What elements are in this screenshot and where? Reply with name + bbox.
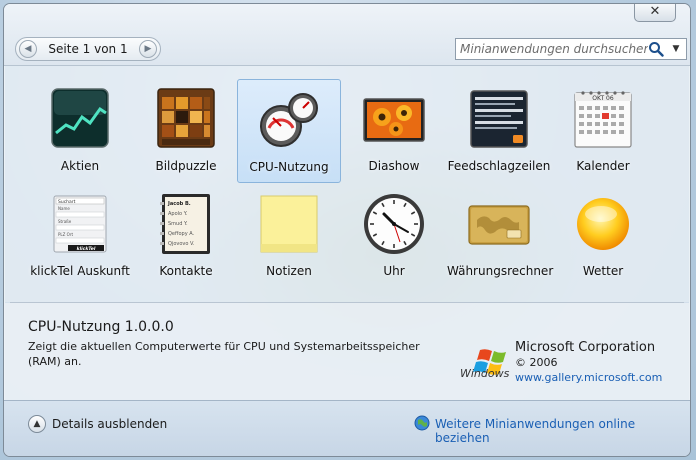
svg-text:Name: Name [58, 206, 70, 211]
gadget-tile-stocks[interactable]: Aktien [28, 79, 132, 183]
svg-text:Qeffopy A.: Qeffopy A. [168, 231, 195, 237]
svg-text:OKT 06: OKT 06 [592, 95, 614, 102]
gadget-gallery-window: ✕ ◀ Seite 1 von 1 ▶ ▼ Aktien [3, 3, 691, 457]
hide-details-label[interactable]: Details ausblenden [52, 417, 167, 431]
previous-page-button[interactable]: ◀ [19, 40, 37, 58]
svg-text:Straße: Straße [58, 219, 72, 224]
gadget-label: Uhr [383, 264, 405, 278]
currency-icon [468, 205, 530, 245]
gadget-label: CPU-Nutzung [249, 160, 329, 174]
gadget-tile-clock[interactable]: Uhr [342, 184, 446, 288]
weather-icon [577, 198, 629, 250]
gadget-label: Wetter [582, 264, 624, 278]
gadget-tile-klicktel[interactable]: Suchart Name Straße PLZ Ort klickTel kli… [28, 184, 132, 288]
gadget-label: Diashow [368, 159, 420, 173]
contacts-icon: Jacob B. Apolo Y. Smud Y. Qeffopy A. Qjo… [160, 194, 210, 254]
gadget-label: Währungsrechner [447, 264, 554, 278]
gadget-label: klickTel Auskunft [30, 264, 130, 278]
gadget-label: Bildpuzzle [155, 159, 217, 173]
svg-text:PLZ Ort: PLZ Ort [58, 232, 73, 237]
gadget-label: Kalender [576, 159, 630, 173]
svg-text:klickTel: klickTel [77, 246, 96, 252]
svg-text:Qjovovo V.: Qjovovo V. [168, 241, 195, 247]
gadget-tile-contacts[interactable]: Jacob B. Apolo Y. Smud Y. Qeffopy A. Qjo… [134, 184, 238, 288]
gadget-label: Aktien [60, 159, 100, 173]
notes-icon [260, 195, 318, 253]
klicktel-icon: Suchart Name Straße PLZ Ort klickTel [53, 195, 107, 253]
gallery-footer: ▲ Details ausblenden Weitere Minianwendu… [4, 400, 690, 456]
gadget-tile-calendar[interactable]: OKT 06 Kalender [551, 79, 655, 183]
next-page-button[interactable]: ▶ [139, 40, 157, 58]
gadget-label: Feedschlagzeilen [447, 159, 551, 173]
gadget-label: Kontakte [159, 264, 213, 278]
gadget-tile-cpu-meter[interactable]: CPU-Nutzung [237, 79, 341, 183]
search-icon[interactable] [648, 41, 664, 57]
svg-text:Jacob B.: Jacob B. [167, 201, 191, 207]
gadget-tile-weather[interactable]: Wetter [551, 184, 655, 288]
picture-puzzle-icon [157, 88, 215, 148]
copyright-text: © 2006 [515, 356, 558, 369]
publisher-link[interactable]: www.gallery.microsoft.com [515, 371, 662, 384]
gadget-grid: Aktien Bildpuzzle CPU-Nutzung Diashow Fe… [4, 66, 690, 302]
svg-text:Suchart: Suchart [58, 199, 76, 205]
search-box: ▼ [455, 38, 687, 60]
gadget-tile-currency[interactable]: Währungsrechner [447, 184, 554, 288]
gadget-tile-slideshow[interactable]: Diashow [342, 79, 446, 183]
gadget-tile-notes[interactable]: Notizen [237, 184, 341, 288]
clock-icon [364, 194, 424, 254]
calendar-icon: OKT 06 [574, 91, 632, 148]
gadget-description: Zeigt die aktuellen Computerwerte für CP… [28, 340, 420, 368]
slideshow-icon [363, 98, 425, 142]
gadget-tile-picture-puzzle[interactable]: Bildpuzzle [134, 79, 238, 183]
hide-details-button[interactable]: ▲ [28, 415, 46, 433]
stocks-icon [51, 88, 109, 148]
details-panel: CPU-Nutzung 1.0.0.0 Zeigt die aktuellen … [4, 303, 690, 401]
feed-headlines-icon [470, 90, 528, 148]
cpu-meter-icon [260, 93, 318, 147]
search-dropdown-button[interactable]: ▼ [669, 41, 683, 57]
search-input[interactable] [460, 41, 648, 57]
page-navigator: ◀ Seite 1 von 1 ▶ [15, 37, 161, 61]
get-more-gadgets-link[interactable]: Weitere Minianwendungen online beziehen [435, 417, 690, 445]
gadget-tile-feed-headlines[interactable]: Feedschlagzeilen [447, 79, 551, 183]
svg-text:Smud Y.: Smud Y. [168, 221, 188, 227]
gadget-title: CPU-Nutzung 1.0.0.0 [28, 319, 174, 335]
page-indicator: Seite 1 von 1 [48, 42, 128, 56]
gadget-label: Notizen [266, 264, 312, 278]
close-button[interactable]: ✕ [634, 4, 676, 22]
windows-logo-text: Windows [460, 367, 510, 380]
globe-icon[interactable] [414, 415, 430, 431]
publisher-name: Microsoft Corporation [515, 340, 656, 355]
svg-text:Apolo Y.: Apolo Y. [168, 211, 188, 217]
